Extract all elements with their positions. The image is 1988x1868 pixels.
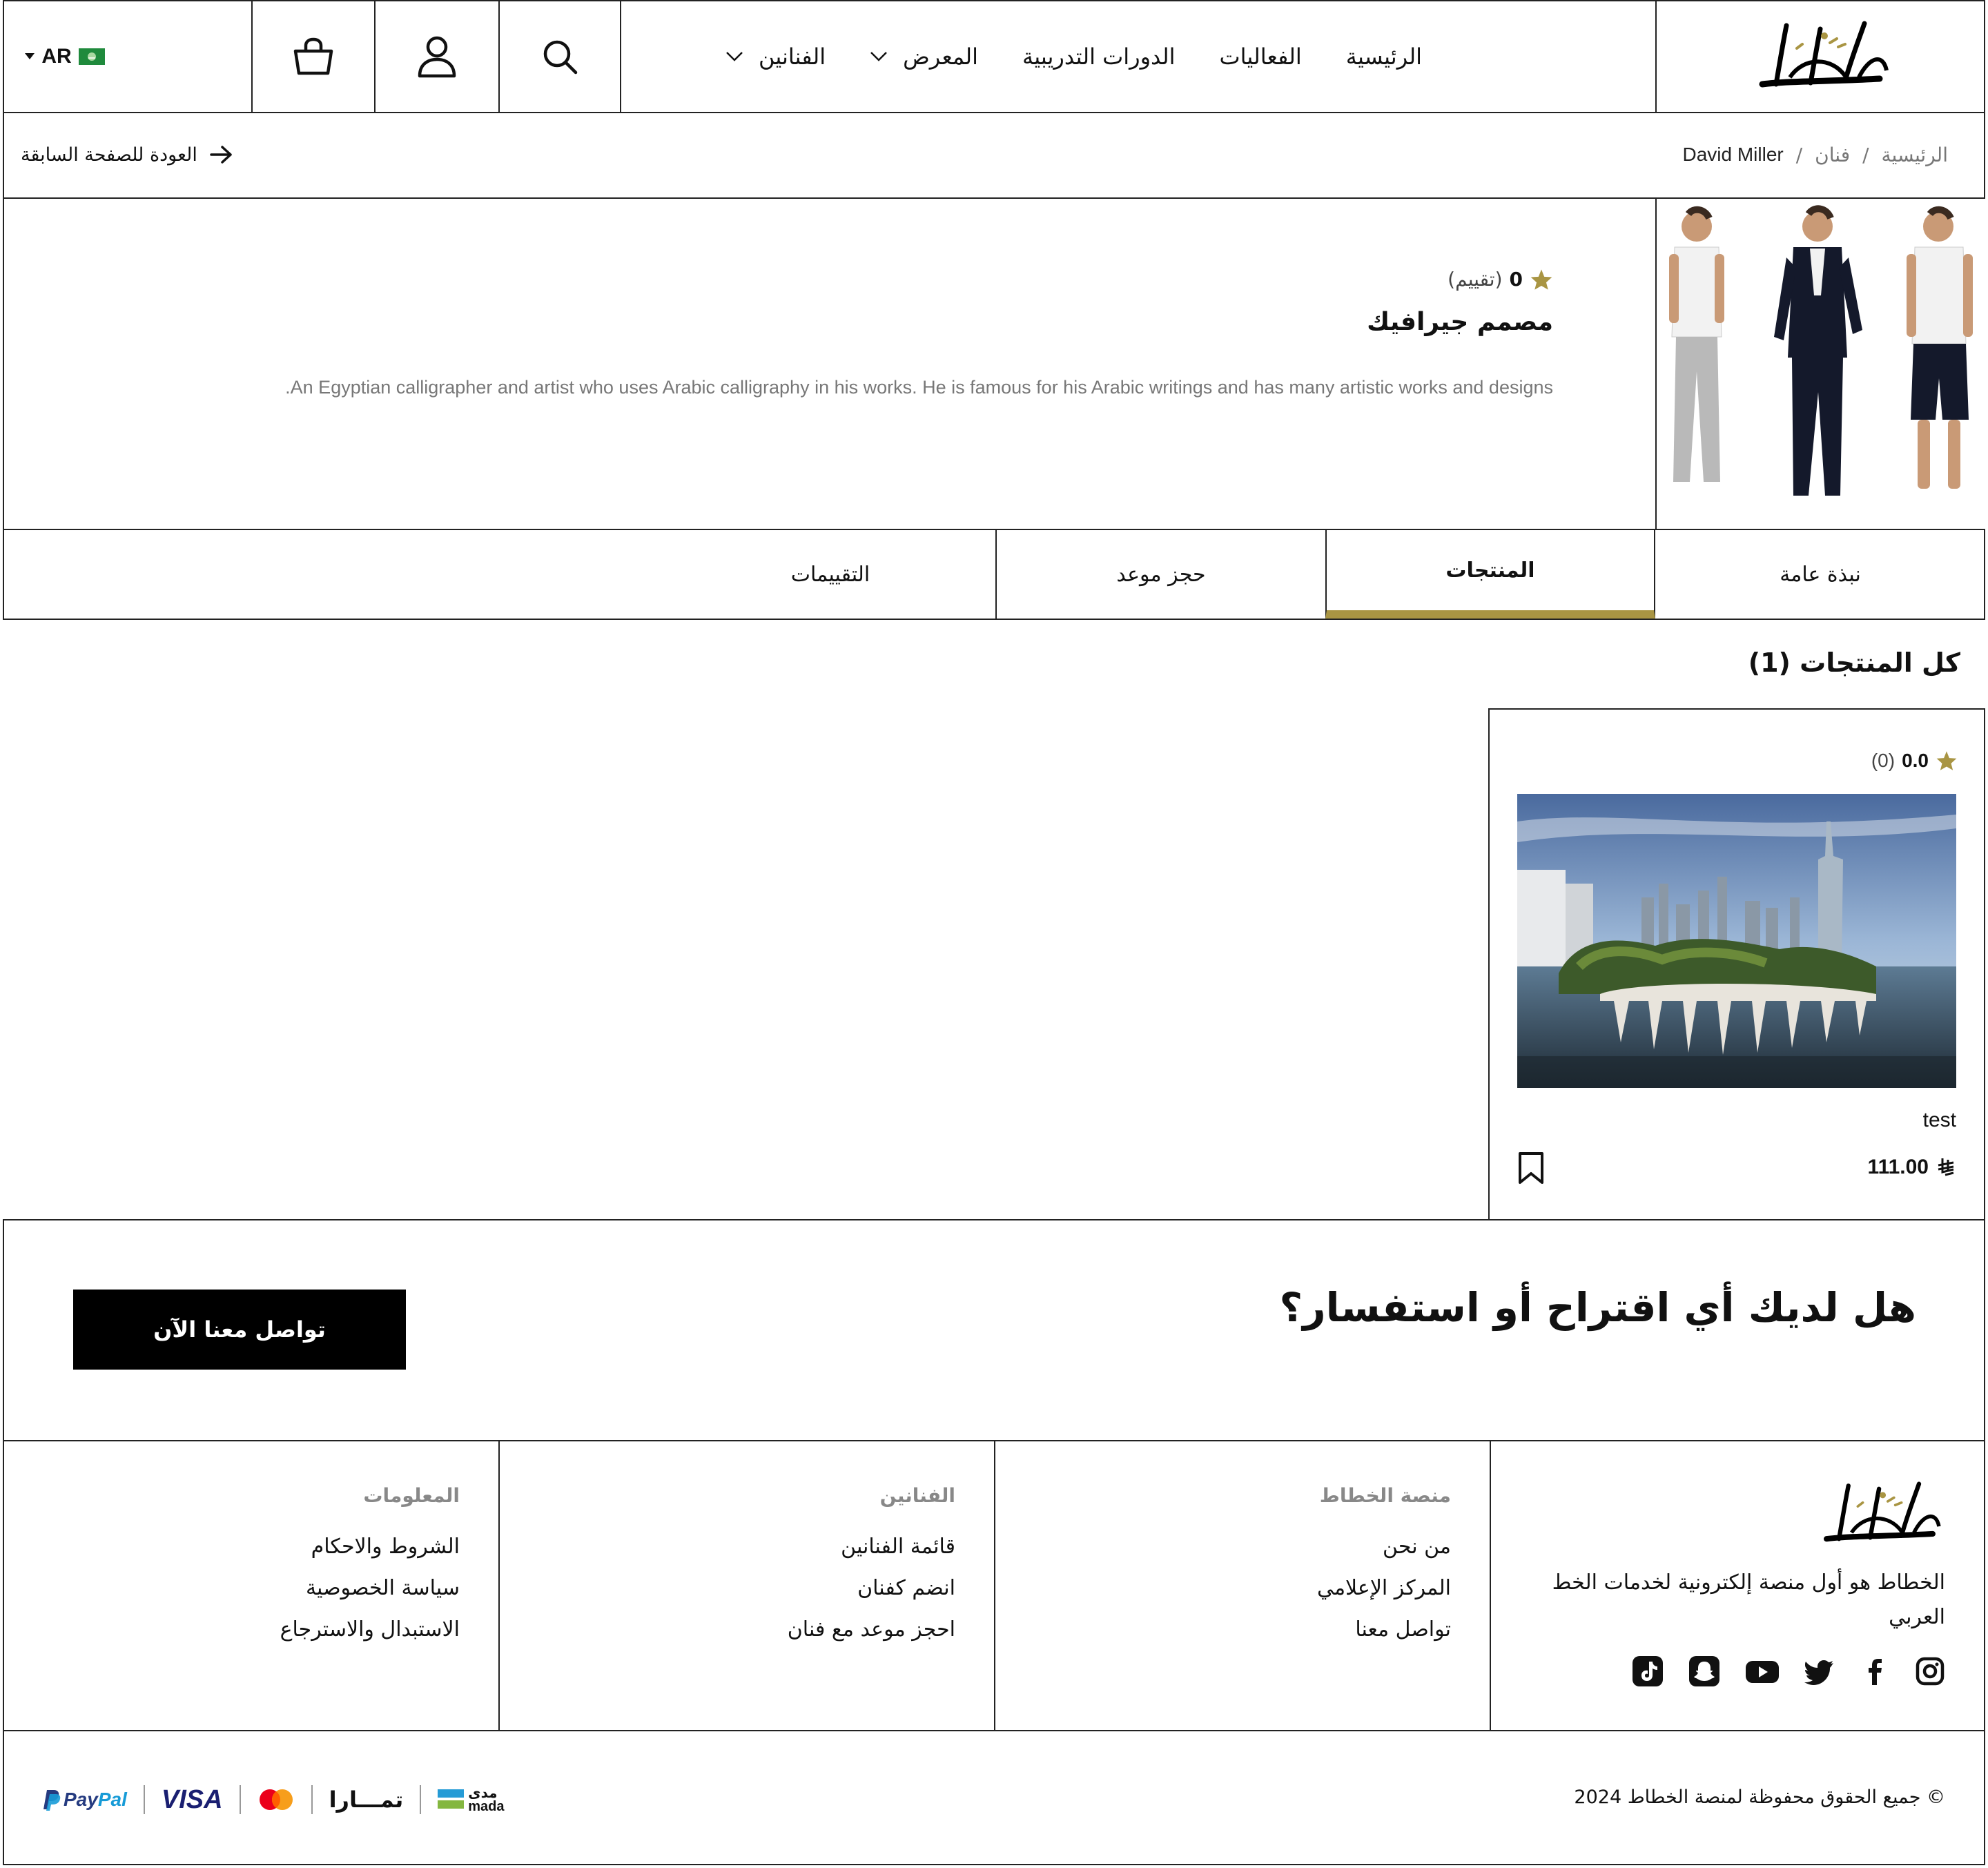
product-price-value: 111.00 (1867, 1156, 1929, 1178)
main-nav: الرئيسية الفعاليات الدورات التدريبية الم… (725, 0, 1422, 113)
footer-link-privacy[interactable]: سياسة الخصوصية (46, 1568, 460, 1609)
cta-question: هل لديك أي اقتراح أو استفسار؟ (1279, 1284, 1916, 1331)
language-selector[interactable]: AR (3, 0, 127, 113)
chevron-down-icon (870, 52, 887, 61)
footer-divider (498, 1440, 500, 1730)
tab-booking[interactable]: حجز موعد (995, 530, 1325, 619)
nav-item-artists[interactable]: الفنانين (725, 43, 826, 70)
nav-item-events[interactable]: الفعاليات (1219, 43, 1301, 70)
nav-item-home[interactable]: الرئيسية (1346, 43, 1422, 70)
breadcrumb-separator: / (1795, 143, 1803, 166)
rating-label: (تقييم) (1448, 268, 1503, 291)
star-icon (1530, 269, 1552, 290)
back-label: العودة للصفحة السابقة (21, 144, 197, 166)
mastercard-icon (259, 1789, 293, 1810)
footer-link-contact[interactable]: تواصل معنا (1037, 1609, 1451, 1651)
footer-column-title: المعلومات (363, 1484, 460, 1507)
flag-icon (78, 48, 105, 65)
breadcrumb-home[interactable]: الرئيسية (1882, 144, 1948, 166)
snapchat-icon[interactable] (1688, 1655, 1720, 1687)
payment-divider (143, 1785, 145, 1814)
payment-divider (239, 1785, 241, 1814)
account-button[interactable] (376, 0, 498, 113)
footer-column-artists: الفنانين قائمة الفنانين انضم كفنان احجز … (541, 1484, 955, 1651)
products-heading: كل المنتجات (1) (1748, 648, 1960, 678)
arrow-right-icon (210, 146, 232, 164)
chevron-down-icon (726, 52, 743, 61)
payment-methods: PayPal VISA mastercard تمـــارا مدى mada (43, 1775, 505, 1824)
tamara-logo: تمـــارا (329, 1787, 404, 1813)
footer-link-book-artist[interactable]: احجز موعد مع فنان (541, 1609, 955, 1651)
payment-divider (420, 1785, 422, 1814)
mada-logo: مدى mada (438, 1786, 505, 1813)
copyright: © جميع الحقوق محفوظة لمنصة الخطاط 2024 (1574, 1787, 1945, 1808)
footer-link-terms[interactable]: الشروط والاحكام (46, 1526, 460, 1568)
product-rating-value: 0.0 (1902, 750, 1929, 771)
logo[interactable]: الخطاط (1655, 0, 1985, 113)
back-link[interactable]: العودة للصفحة السابقة (21, 112, 233, 197)
nav-item-gallery[interactable]: المعرض (870, 43, 978, 70)
breadcrumb-current: David Miller (1682, 144, 1784, 165)
cart-button[interactable] (251, 0, 376, 113)
tab-overview[interactable]: نبذة عامة (1655, 530, 1985, 619)
mastercard-logo: mastercard (257, 1788, 295, 1811)
product-rating: 0.0 (0) (1871, 750, 1958, 772)
artist-photo (1655, 199, 1985, 529)
bookmark-button[interactable] (1517, 1151, 1545, 1185)
breadcrumb: الرئيسية / فنان / David Miller (1682, 112, 1948, 197)
product-name[interactable]: test (1923, 1109, 1956, 1132)
mada-icon (438, 1789, 465, 1809)
tiktok-icon[interactable] (1632, 1655, 1664, 1687)
facebook-icon[interactable] (1860, 1656, 1890, 1686)
footer-column-platform: منصة الخطاط من نحن المركز الإعلامي تواصل… (1037, 1484, 1451, 1651)
star-icon (1936, 751, 1957, 770)
product-rating-count: (0) (1871, 750, 1896, 771)
payment-divider (311, 1785, 313, 1814)
social-links (1632, 1655, 1945, 1687)
paypal-icon (43, 1790, 61, 1811)
footer-link-join-artist[interactable]: انضم كفنان (541, 1568, 955, 1609)
footer-tagline: الخطاط هو أول منصة إلكترونية لخدمات الخط… (1552, 1570, 1945, 1629)
tab-products[interactable]: المنتجات (1325, 530, 1655, 619)
riyal-icon (1938, 1158, 1954, 1176)
footer-link-artists-list[interactable]: قائمة الفنانين (541, 1526, 955, 1568)
artist-rating: 0 (تقييم) (1448, 268, 1553, 291)
caret-down-icon (25, 53, 35, 59)
cart-icon (293, 37, 333, 75)
search-icon (543, 40, 578, 75)
product-image-cityscape (1517, 794, 1956, 1088)
footer-column-title: منصة الخطاط (1319, 1484, 1451, 1507)
bookmark-icon (1519, 1152, 1543, 1184)
footer-column-info: المعلومات الشروط والاحكام سياسة الخصوصية… (46, 1484, 460, 1651)
product-price: 111.00 (1868, 1156, 1956, 1179)
breadcrumb-separator: / (1862, 143, 1869, 166)
breadcrumb-artist[interactable]: فنان (1815, 144, 1850, 166)
footer-divider (994, 1440, 995, 1730)
artist-title: مصمم جيرافيك (1367, 308, 1553, 336)
twitter-icon[interactable] (1804, 1656, 1835, 1686)
footer-column-title: الفنانين (879, 1484, 955, 1507)
user-icon (418, 36, 456, 78)
visa-logo: VISA (161, 1784, 223, 1814)
footer-divider (1490, 1440, 1491, 1730)
paypal-logo: Pay Pal (43, 1789, 127, 1811)
language-code: AR (41, 45, 72, 68)
footer-link-returns[interactable]: الاستبدال والاسترجاع (46, 1609, 460, 1651)
product-image[interactable] (1517, 794, 1956, 1088)
artist-description: .An Egyptian calligrapher and artist who… (285, 377, 1553, 398)
instagram-icon[interactable] (1915, 1656, 1945, 1686)
tab-reviews[interactable]: التقييمات (665, 530, 995, 619)
contact-now-button[interactable]: تواصل معنا الآن (73, 1290, 406, 1370)
logo-calligraphy-icon (1759, 21, 1889, 88)
search-button[interactable] (498, 0, 621, 113)
rating-value: 0 (1509, 268, 1523, 291)
nav-item-courses[interactable]: الدورات التدريبية (1022, 43, 1175, 70)
footer-logo-calligraphy-icon (1824, 1481, 1941, 1542)
product-card[interactable]: 0.0 (0) test 111.00 (1488, 708, 1985, 1220)
footer-link-media[interactable]: المركز الإعلامي (1037, 1568, 1451, 1609)
youtube-icon[interactable] (1745, 1656, 1780, 1686)
footer-logo[interactable]: الخطاط (1814, 1476, 1945, 1552)
artist-photo-image (1669, 205, 1973, 496)
footer-link-about[interactable]: من نحن (1037, 1526, 1451, 1568)
